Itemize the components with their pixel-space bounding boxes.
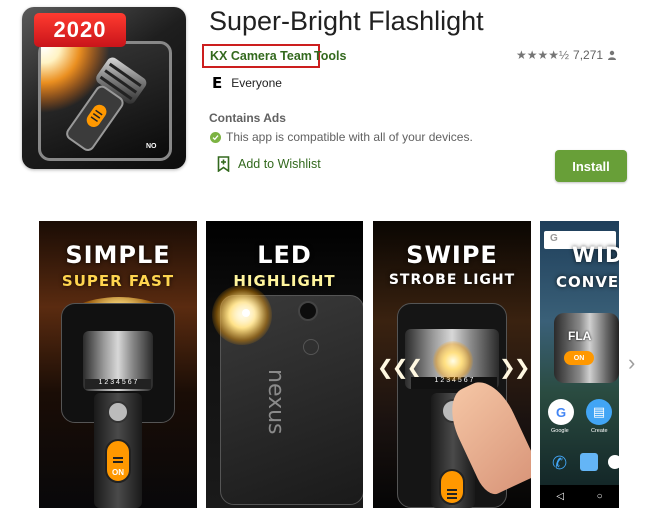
led-light	[242, 309, 250, 317]
power-button	[439, 469, 465, 505]
power-button-label: ON	[112, 468, 124, 477]
power-button: ON	[105, 439, 131, 483]
app-icon-frame: NO	[22, 19, 172, 161]
create-app-icon: ▤	[586, 399, 612, 425]
nexus-logo: nexus	[263, 369, 288, 435]
app-title: Super-Bright Flashlight	[209, 6, 484, 36]
screenshot-2-headline: LED	[257, 241, 312, 269]
create-app-label: Create	[591, 428, 608, 434]
flashlight-icon: NO	[22, 19, 157, 151]
screenshot-4-subheadline: CONVE	[556, 273, 619, 291]
screenshot-4[interactable]: G WID CONVE FLA ON G Google ▤ Create ✆ ◁…	[540, 221, 619, 508]
dial-scale: 1 2 3 4 5 6 7	[85, 379, 151, 389]
esrb-everyone-icon: E	[212, 74, 223, 92]
content-rating-label: Everyone	[231, 76, 282, 90]
content-rating: E Everyone	[212, 74, 282, 92]
add-to-wishlist-button[interactable]: Add to Wishlist	[217, 156, 321, 172]
google-app-label: Google	[551, 428, 569, 434]
home-icon: ○	[596, 491, 603, 502]
category-link[interactable]: Tools	[314, 49, 346, 63]
messages-icon	[580, 453, 598, 471]
phone-icon: ✆	[552, 453, 568, 473]
nav-bar: ◁ ○	[540, 485, 619, 508]
compatibility-notice: This app is compatible with all of your …	[210, 130, 473, 144]
wishlist-label: Add to Wishlist	[238, 157, 321, 171]
compatibility-text: This app is compatible with all of your …	[226, 130, 473, 144]
rating: ★★★★½ 7,271	[516, 48, 617, 62]
screenshot-3-subheadline: STROBE LIGHT	[388, 272, 516, 288]
swipe-right-arrows: ❯❯	[499, 357, 530, 379]
contains-ads-label: Contains Ads	[209, 111, 286, 125]
fingerprint-sensor	[303, 339, 319, 355]
widget-flash-label: FLA	[568, 329, 592, 343]
widget-flashlight: FLA ON	[554, 313, 619, 383]
check-circle-icon	[210, 131, 221, 143]
screenshot-1[interactable]: SIMPLE SUPER FAST 1 2 3 4 5 6 7 ON	[39, 221, 197, 508]
rating-count: 7,271	[573, 48, 604, 62]
strobe-glow	[433, 341, 473, 381]
developer-link[interactable]: KX Camera Team	[202, 44, 320, 68]
back-icon: ◁	[556, 491, 565, 502]
compass-dial	[107, 401, 129, 423]
screenshot-2[interactable]: LED HIGHLIGHT nexus	[206, 221, 363, 508]
bookmark-add-icon	[217, 156, 230, 172]
person-icon	[608, 50, 617, 60]
screenshot-1-headline: SIMPLE	[65, 241, 171, 269]
apps-icon	[608, 455, 619, 469]
screenshot-3-headline: SWIPE	[406, 241, 498, 269]
screenshot-4-headline: WID	[572, 243, 619, 267]
screenshot-3[interactable]: SWIPE STROBE LIGHT ❮❮❮ ❯❯ 1 2 3 4 5 6 7	[373, 221, 531, 508]
camera-lens	[298, 301, 318, 321]
app-icon-button-label: NO	[146, 143, 157, 150]
widget-on-label: ON	[564, 351, 594, 365]
year-badge: 2020	[34, 13, 126, 47]
google-app-icon: G	[548, 399, 574, 425]
app-icon: NO 2020	[22, 7, 186, 169]
star-rating: ★★★★½	[516, 48, 570, 62]
next-screenshot-arrow[interactable]: ›	[628, 350, 635, 376]
screenshot-1-subheadline: SUPER FAST	[61, 272, 175, 290]
install-button[interactable]: Install	[555, 150, 627, 182]
